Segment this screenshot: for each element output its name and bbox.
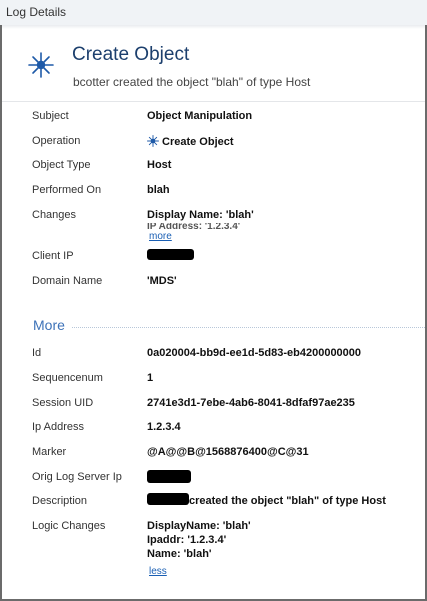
sparkle-object-icon [147, 135, 159, 147]
sequencenum-label: Sequencenum [32, 372, 103, 384]
less-link[interactable]: less [149, 566, 167, 577]
client-ip-redacted [147, 249, 194, 260]
domain-name-label: Domain Name [32, 275, 103, 287]
header-shadow [2, 25, 425, 29]
object-type-label: Object Type [32, 159, 91, 171]
operation-value: Create Object [147, 135, 234, 148]
logic-change-line: DisplayName: 'blah' [147, 520, 251, 532]
domain-name-value: 'MDS' [147, 275, 177, 287]
description-value: created the object "blah" of type Host [189, 495, 386, 507]
more-link[interactable]: more [149, 231, 172, 242]
session-uid-value: 2741e3d1-7ebe-4ab6-8041-8dfaf97ae235 [147, 397, 355, 409]
description-user-redacted [147, 493, 189, 505]
subject-value: Object Manipulation [147, 110, 253, 122]
more-section-divider [72, 327, 425, 328]
window-title: Log Details [6, 5, 67, 19]
sequencenum-value: 1 [147, 372, 154, 384]
title-bar: Log Details [0, 0, 427, 26]
operation-text: Create Object [162, 136, 234, 148]
log-summary: bcotter created the object "blah" of typ… [73, 75, 311, 89]
performed-on-value: blah [147, 184, 170, 196]
ip-address-label: Ip Address [32, 421, 84, 433]
client-ip-label: Client IP [32, 250, 74, 262]
ip-address-value: 1.2.3.4 [147, 421, 181, 433]
logic-changes-label: Logic Changes [32, 520, 106, 532]
window-frame-left [0, 25, 2, 601]
more-section-title: More [33, 317, 65, 333]
marker-label: Marker [32, 446, 67, 458]
object-type-value: Host [147, 159, 172, 171]
logic-change-line: Name: 'blah' [147, 548, 212, 560]
session-uid-label: Session UID [32, 397, 94, 409]
id-label: Id [32, 347, 42, 359]
marker-value: @A@@B@1568876400@C@31 [147, 446, 309, 458]
log-title: Create Object [72, 44, 190, 65]
logic-change-line: Ipaddr: '1.2.3.4' [147, 534, 227, 546]
sparkle-object-icon [28, 52, 54, 78]
performed-on-label: Performed On [32, 184, 102, 196]
header-divider [2, 101, 425, 102]
orig-log-server-ip-redacted [147, 470, 191, 483]
orig-log-server-ip-label: Orig Log Server Ip [32, 471, 122, 483]
subject-label: Subject [32, 110, 69, 122]
id-value: 0a020004-bb9d-ee1d-5d83-eb4200000000 [147, 347, 362, 359]
operation-label: Operation [32, 135, 81, 147]
changes-label: Changes [32, 209, 77, 221]
changes-truncated-line: IP Address: '1.2.3.4' [147, 223, 241, 231]
description-label: Description [32, 495, 88, 507]
changes-value: Display Name: 'blah' [147, 209, 254, 221]
